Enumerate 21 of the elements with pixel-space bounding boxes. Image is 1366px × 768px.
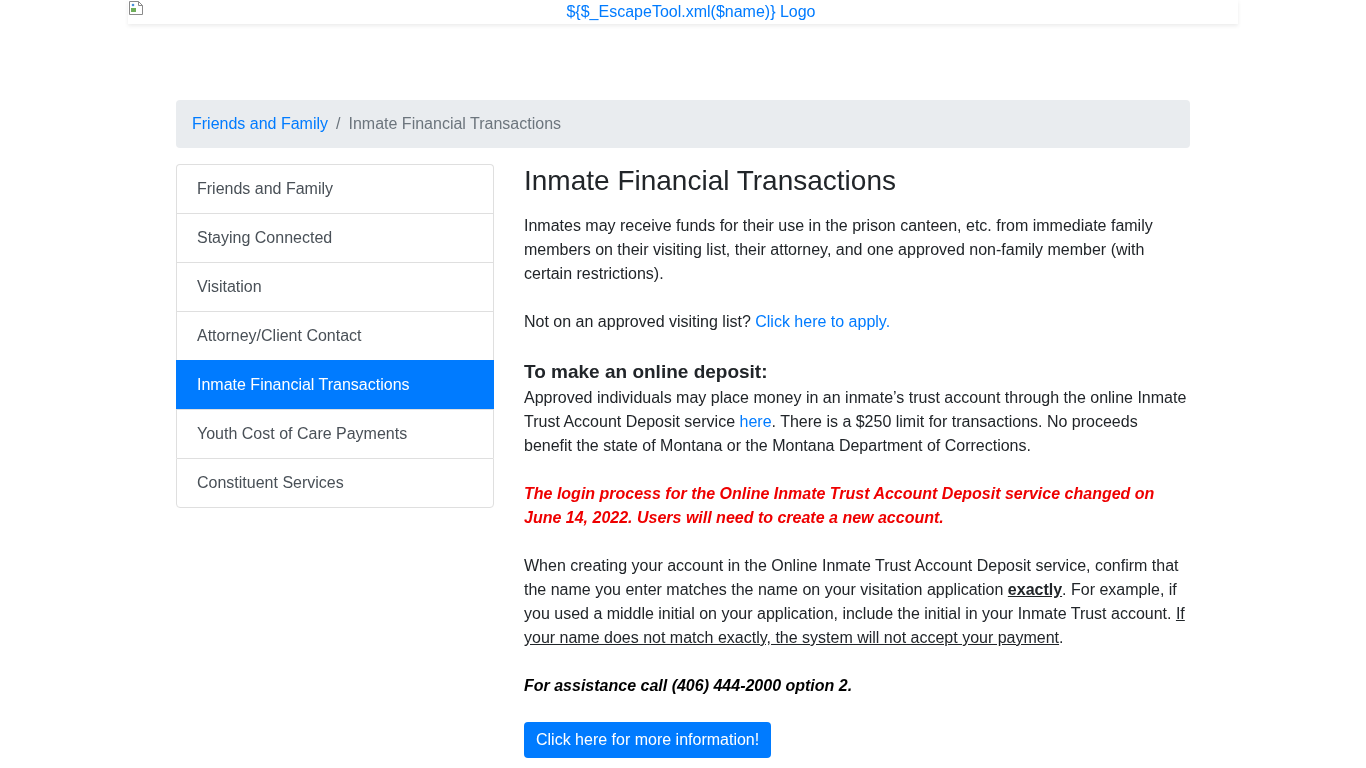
logo-alt-text[interactable]: ${$_EscapeTool.xml($name)} Logo xyxy=(566,0,816,24)
sidebar-item[interactable]: Youth Cost of Care Payments xyxy=(176,409,494,458)
section-heading: To make an online deposit: xyxy=(524,360,769,384)
sidebar-item[interactable]: Friends and Family xyxy=(176,164,494,213)
warning-text: The login process for the Online Inmate Trust Account Deposit service changed on June 14, 2022. Users will need to create a new account. xyxy=(524,484,1156,528)
breadcrumb-separator: / xyxy=(335,114,342,134)
paragraph-text: When creating your account in the Online Inmate Trust Account Deposit service, confirm that the name you enter matches the name on your visitation application exactly. For example, if you used a middle initial on your application, include the initial in your Inmate Trust account. If your name does not match exactly, the system will not accept your payment. xyxy=(524,556,1186,648)
paragraph-text: Not on an approved visiting list? Click here to apply. xyxy=(524,312,892,332)
sidebar-item[interactable]: Inmate Financial Transactions xyxy=(176,360,494,409)
sidebar-item[interactable]: Attorney/Client Contact xyxy=(176,311,494,360)
more-information-button[interactable]: Click here for more information! xyxy=(524,722,772,758)
page-title: Inmate Financial Transactions xyxy=(524,164,897,198)
sidebar-item[interactable]: Staying Connected xyxy=(176,213,494,262)
assistance-text: For assistance call (406) 444-2000 option 2. xyxy=(524,676,854,696)
text-link[interactable]: Click here to apply. xyxy=(755,313,891,330)
sidebar-item[interactable]: Constituent Services xyxy=(176,458,494,508)
paragraph-text: Inmates may receive funds for their use in the prison canteen, etc. from immediate family members on their visiting list, their attorney, and one approved non-family member (with certain restrictions). xyxy=(524,216,1154,284)
sidebar-item[interactable]: Visitation xyxy=(176,262,494,311)
paragraph-text: Approved individuals may place money in an inmate’s trust account through the online Inmate Trust Account Deposit service here. There is a $250 limit for transactions. No proceeds benefit the state of Montana or the Montana Department of Corrections. xyxy=(524,388,1188,456)
text-link[interactable]: here xyxy=(739,413,772,430)
breadcrumb-current: Inmate Financial Transactions xyxy=(348,114,562,134)
